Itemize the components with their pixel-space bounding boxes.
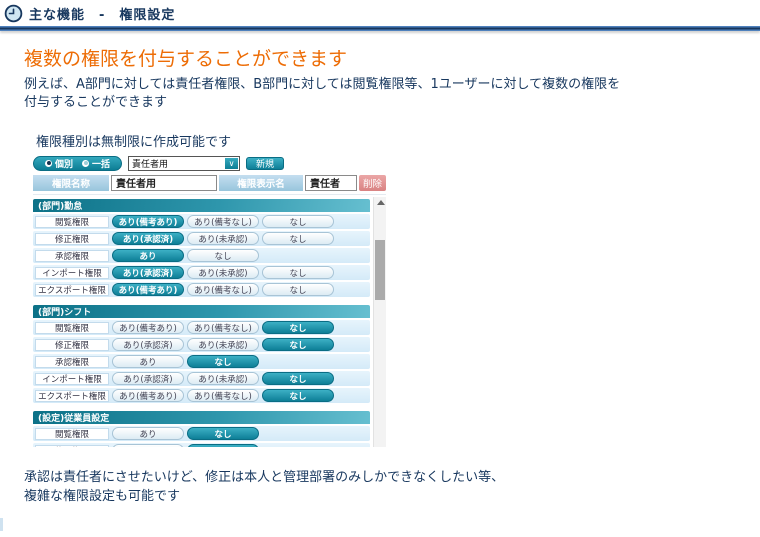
permission-option-pill[interactable]: あり(未承認) — [187, 338, 259, 351]
permission-option-pill[interactable]: あり(備考あり) — [112, 389, 184, 402]
permission-row-label: 修正権限 — [35, 339, 109, 351]
permission-row: エクスポート権限あり(備考あり)あり(備考なし)なし — [33, 282, 370, 297]
permission-name-input[interactable] — [111, 175, 217, 191]
permission-option-pill[interactable]: あり(承認済) — [112, 266, 184, 279]
permission-row-label: エクスポート権限 — [35, 390, 109, 402]
mode-radio-option[interactable]: 個別 — [45, 157, 73, 170]
screenshot-caption: 権限種別は無制限に作成可能です — [36, 131, 231, 150]
permission-row: インポート権限あり(承認済)あり(未承認)なし — [33, 265, 370, 280]
toolbar-fields: 権限名称 権限表示名 削除 — [33, 174, 386, 191]
permission-list-wrap: (部門)勤怠閲覧権限あり(備考あり)あり(備考なし)なし修正権限あり(承認済)あ… — [33, 197, 386, 447]
corner-decoration — [0, 518, 3, 531]
clock-icon — [4, 4, 23, 23]
permission-row-label: 閲覧権限 — [35, 322, 109, 334]
scroll-up-icon[interactable] — [377, 200, 385, 205]
permission-option-pill[interactable]: なし — [187, 444, 259, 447]
permission-settings-screenshot: 個別一括 責任者用 ∨ 新規 権限名称 権限表示名 削除 (部門)勤怠閲覧権限あ… — [33, 155, 386, 447]
section-header: (部門)勤怠 — [33, 199, 370, 212]
permission-option-pill[interactable]: なし — [262, 372, 334, 385]
permission-option-pill[interactable]: あり — [112, 444, 184, 447]
permission-name-label: 権限名称 — [33, 175, 109, 191]
permission-row: 閲覧権限あり(備考あり)あり(備考なし)なし — [33, 320, 370, 335]
toolbar-top: 個別 一括 責任者用 ∨ 新規 — [33, 155, 386, 171]
permission-row: 承認権限ありなし — [33, 248, 370, 263]
preset-dropdown-value: 責任者用 — [132, 157, 168, 170]
permission-row-label: エクスポート権限 — [35, 284, 109, 296]
permission-option-pill[interactable]: なし — [262, 215, 334, 228]
permission-option-pill[interactable]: なし — [262, 266, 334, 279]
permission-option-pill[interactable]: なし — [187, 249, 259, 262]
permission-row-label: 承認権限 — [35, 356, 109, 368]
permission-option-pill[interactable]: あり — [112, 427, 184, 440]
permission-option-pill[interactable]: あり(備考なし) — [187, 215, 259, 228]
header-divider — [0, 26, 760, 31]
chevron-down-icon[interactable]: ∨ — [225, 158, 238, 169]
permission-option-pill[interactable]: あり(未承認) — [187, 232, 259, 245]
radio-icon — [45, 160, 52, 167]
permission-option-pill[interactable]: あり(備考なし) — [187, 321, 259, 334]
permission-option-pill[interactable]: なし — [262, 338, 334, 351]
delete-button[interactable]: 削除 — [359, 175, 386, 191]
footer-note: 承認は責任者にさせたいけど、修正は本人と管理部署のみしかできなくしたい等、 複雑… — [24, 468, 724, 506]
permission-option-pill[interactable]: なし — [262, 283, 334, 296]
page-title: 主な機能 - 権限設定 — [29, 4, 175, 23]
permission-row: インポート権限あり(承認済)あり(未承認)なし — [33, 371, 370, 386]
permission-option-pill[interactable]: あり(承認済) — [112, 232, 184, 245]
permission-row-label: インポート権限 — [35, 373, 109, 385]
new-button[interactable]: 新規 — [246, 157, 284, 170]
toolbar-divider — [33, 194, 386, 195]
permission-row-label: 閲覧権限 — [35, 216, 109, 228]
permission-row-label: 修正権限 — [35, 233, 109, 245]
scrollbar[interactable] — [373, 197, 386, 447]
permission-row-label: 承認権限 — [35, 250, 109, 262]
permission-option-pill[interactable]: なし — [262, 389, 334, 402]
permission-option-pill[interactable]: なし — [187, 355, 259, 368]
permission-option-pill[interactable]: あり(備考あり) — [112, 283, 184, 296]
permission-row: 閲覧権限あり(備考あり)あり(備考なし)なし — [33, 214, 370, 229]
mode-radio-label: 個別 — [55, 157, 73, 170]
permission-option-pill[interactable]: あり(承認済) — [112, 372, 184, 385]
permission-option-pill[interactable]: あり — [112, 355, 184, 368]
section-header: (設定)従業員設定 — [33, 411, 370, 424]
permission-row-label: インポート権限 — [35, 267, 109, 279]
preset-dropdown[interactable]: 責任者用 ∨ — [128, 156, 240, 171]
permission-option-pill[interactable]: なし — [187, 427, 259, 440]
permission-row: 修正権限ありなし — [33, 443, 370, 447]
permission-row-label: 修正権限 — [35, 445, 109, 448]
permission-option-pill[interactable]: あり(備考なし) — [187, 389, 259, 402]
permission-option-pill[interactable]: あり(未承認) — [187, 266, 259, 279]
permission-row: 閲覧権限ありなし — [33, 426, 370, 441]
feature-description: 例えば、A部門に対しては責任者権限、B部門に対しては閲覧権限等、1ユーザーに対し… — [24, 76, 724, 112]
permission-option-pill[interactable]: あり(備考あり) — [112, 321, 184, 334]
display-name-input[interactable] — [305, 175, 357, 191]
mode-radio-group: 個別 一括 — [33, 156, 122, 171]
permission-option-pill[interactable]: あり(備考なし) — [187, 283, 259, 296]
permission-row: 修正権限あり(承認済)あり(未承認)なし — [33, 337, 370, 352]
feature-heading: 複数の権限を付与することができます — [24, 44, 347, 71]
permission-option-pill[interactable]: あり(承認済) — [112, 338, 184, 351]
permission-option-pill[interactable]: あり — [112, 249, 184, 262]
display-name-label: 権限表示名 — [219, 175, 303, 191]
mode-radio-option[interactable]: 一括 — [82, 157, 110, 170]
permission-option-pill[interactable]: あり(未承認) — [187, 372, 259, 385]
permission-row-label: 閲覧権限 — [35, 428, 109, 440]
scrollbar-thumb[interactable] — [375, 240, 385, 300]
mode-radio-label: 一括 — [92, 157, 110, 170]
permission-row: エクスポート権限あり(備考あり)あり(備考なし)なし — [33, 388, 370, 403]
permission-list: (部門)勤怠閲覧権限あり(備考あり)あり(備考なし)なし修正権限あり(承認済)あ… — [33, 197, 370, 447]
permission-row: 承認権限ありなし — [33, 354, 370, 369]
permission-option-pill[interactable]: あり(備考あり) — [112, 215, 184, 228]
radio-icon — [82, 160, 89, 167]
permission-option-pill[interactable]: なし — [262, 232, 334, 245]
page-header: 主な機能 - 権限設定 — [0, 0, 760, 26]
permission-option-pill[interactable]: なし — [262, 321, 334, 334]
section-header: (部門)シフト — [33, 305, 370, 318]
permission-row: 修正権限あり(承認済)あり(未承認)なし — [33, 231, 370, 246]
